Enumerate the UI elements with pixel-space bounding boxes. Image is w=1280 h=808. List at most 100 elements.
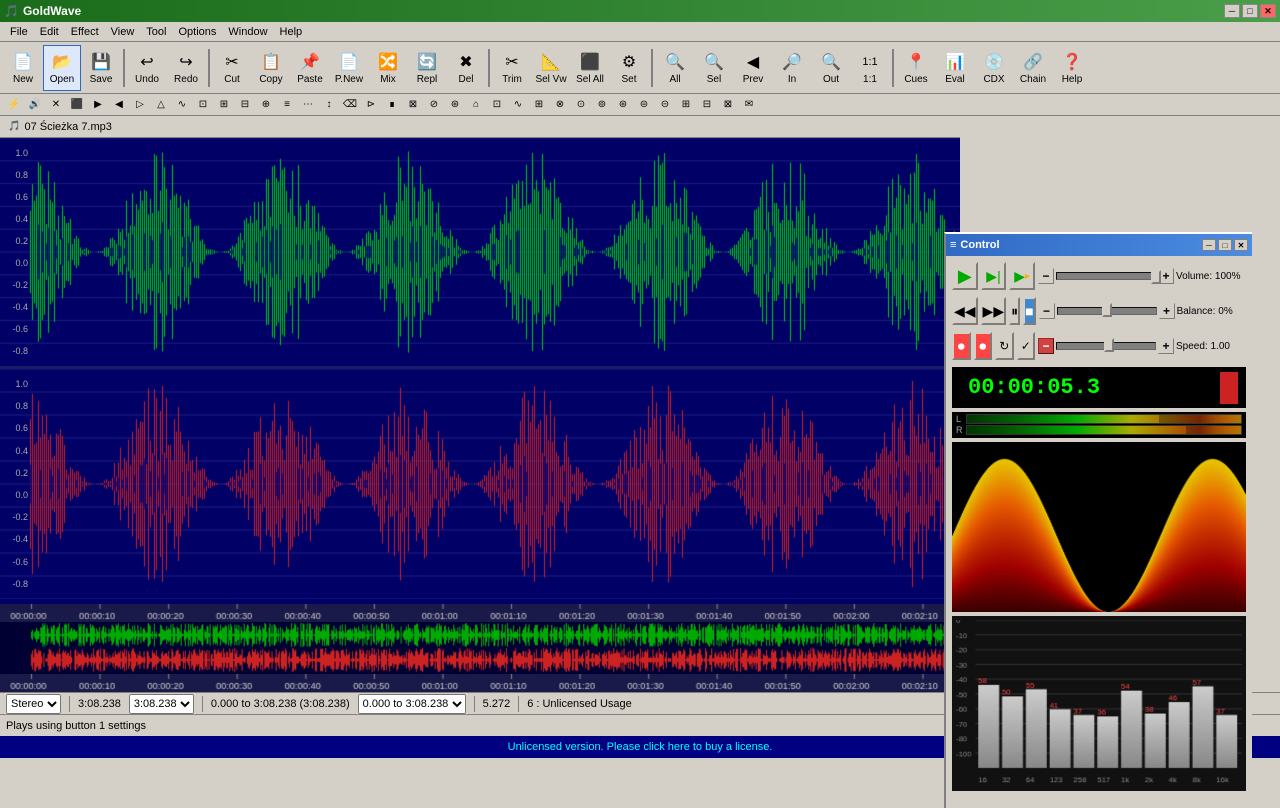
tb2-btn-16[interactable]: ↕ bbox=[319, 96, 339, 114]
tb2-btn-12[interactable]: ⊟ bbox=[235, 96, 255, 114]
cues-button[interactable]: 📍 Cues bbox=[897, 45, 935, 91]
tb2-btn-33[interactable]: ⊞ bbox=[676, 96, 696, 114]
paste-button[interactable]: 📌 Paste bbox=[291, 45, 329, 91]
balance-increase-button[interactable]: + bbox=[1159, 303, 1175, 319]
help-button[interactable]: ❓ Help bbox=[1053, 45, 1091, 91]
selall-button[interactable]: ⬛ Sel All bbox=[571, 45, 609, 91]
record-button[interactable]: ⏺ bbox=[952, 332, 971, 360]
open-button[interactable]: 📂 Open bbox=[43, 45, 81, 91]
tb2-btn-27[interactable]: ⊗ bbox=[550, 96, 570, 114]
pause-button[interactable]: ⏸ bbox=[1009, 297, 1020, 325]
balance-thumb[interactable] bbox=[1102, 303, 1112, 317]
time-marker-button[interactable] bbox=[1220, 372, 1238, 404]
duration-select[interactable]: 3:08.238 bbox=[129, 694, 194, 714]
tb2-btn-35[interactable]: ⊠ bbox=[718, 96, 738, 114]
fastforward-button[interactable]: ▶▶ bbox=[981, 297, 1007, 325]
volume-thumb[interactable] bbox=[1151, 270, 1161, 284]
tb2-btn-22[interactable]: ⊛ bbox=[445, 96, 465, 114]
menu-edit[interactable]: Edit bbox=[34, 24, 65, 40]
tb2-btn-31[interactable]: ⊜ bbox=[634, 96, 654, 114]
tb2-btn-11[interactable]: ⊞ bbox=[214, 96, 234, 114]
loop-button[interactable]: ↻ bbox=[995, 332, 1014, 360]
tb2-btn-5[interactable]: ▶ bbox=[88, 96, 108, 114]
tb2-btn-26[interactable]: ⊞ bbox=[529, 96, 549, 114]
tb2-btn-2[interactable]: 🔊 bbox=[25, 96, 45, 114]
save-button[interactable]: 💾 Save bbox=[82, 45, 120, 91]
file-tab[interactable]: 🎵 07 Ścieżka 7.mp3 bbox=[0, 116, 960, 138]
tb2-btn-17[interactable]: ⌫ bbox=[340, 96, 360, 114]
control-close-button[interactable]: ✕ bbox=[1234, 239, 1248, 251]
menu-tool[interactable]: Tool bbox=[140, 24, 172, 40]
tb2-btn-29[interactable]: ⊚ bbox=[592, 96, 612, 114]
control-maximize-button[interactable]: □ bbox=[1218, 239, 1232, 251]
menu-view[interactable]: View bbox=[105, 24, 141, 40]
selection-select[interactable]: 0.000 to 3:08.238 bbox=[358, 694, 466, 714]
play-next-button[interactable]: ▶▸ bbox=[1009, 262, 1035, 290]
mix-button[interactable]: 🔀 Mix bbox=[369, 45, 407, 91]
set-button[interactable]: ⚙ Set bbox=[610, 45, 648, 91]
play-end-button[interactable]: ▶| bbox=[981, 262, 1007, 290]
trim-button[interactable]: ✂ Trim bbox=[493, 45, 531, 91]
tb2-btn-28[interactable]: ⊙ bbox=[571, 96, 591, 114]
speed-slider-track[interactable] bbox=[1056, 340, 1156, 352]
menu-window[interactable]: Window bbox=[222, 24, 273, 40]
menu-effect[interactable]: Effect bbox=[65, 24, 105, 40]
record-new-button[interactable]: ⏺ bbox=[974, 332, 993, 360]
tb2-btn-23[interactable]: ⌂ bbox=[466, 96, 486, 114]
tb2-btn-30[interactable]: ⊛ bbox=[613, 96, 633, 114]
pastenew-button[interactable]: 📄 P.New bbox=[330, 45, 368, 91]
copy-button[interactable]: 📋 Copy bbox=[252, 45, 290, 91]
cdx-button[interactable]: 💿 CDX bbox=[975, 45, 1013, 91]
tb2-btn-8[interactable]: △ bbox=[151, 96, 171, 114]
menu-help[interactable]: Help bbox=[274, 24, 309, 40]
zoom11-button[interactable]: 1:1 1:1 bbox=[851, 45, 889, 91]
minimize-button[interactable]: ─ bbox=[1224, 4, 1240, 18]
tb2-btn-20[interactable]: ⊠ bbox=[403, 96, 423, 114]
tb2-btn-32[interactable]: ⊝ bbox=[655, 96, 675, 114]
eval-button[interactable]: 📊 Eval bbox=[936, 45, 974, 91]
chain-button[interactable]: 🔗 Chain bbox=[1014, 45, 1052, 91]
new-button[interactable]: 📄 New bbox=[4, 45, 42, 91]
speed-increase-button[interactable]: + bbox=[1158, 338, 1174, 354]
repl-button[interactable]: 🔄 Repl bbox=[408, 45, 446, 91]
tb2-btn-14[interactable]: ≡ bbox=[277, 96, 297, 114]
volume-decrease-button[interactable]: − bbox=[1038, 268, 1054, 284]
waveform-container[interactable]: 1.0 0.8 0.6 0.4 0.2 0.0 -0.2 -0.4 -0.6 -… bbox=[0, 138, 960, 604]
zoomin-button[interactable]: 🔎 In bbox=[773, 45, 811, 91]
selvw-button[interactable]: 📐 Sel Vw bbox=[532, 45, 570, 91]
tb2-btn-25[interactable]: ∿ bbox=[508, 96, 528, 114]
menu-options[interactable]: Options bbox=[172, 24, 222, 40]
stereo-select[interactable]: Stereo Mono bbox=[6, 694, 61, 714]
redo-button[interactable]: ↪ Redo bbox=[167, 45, 205, 91]
play-button[interactable]: ▶ bbox=[952, 262, 978, 290]
sel-button[interactable]: 🔍 Sel bbox=[695, 45, 733, 91]
speed-thumb[interactable] bbox=[1104, 338, 1114, 352]
tb2-btn-34[interactable]: ⊟ bbox=[697, 96, 717, 114]
cut-button[interactable]: ✂ Cut bbox=[213, 45, 251, 91]
tb2-btn-6[interactable]: ◀ bbox=[109, 96, 129, 114]
tb2-btn-36[interactable]: ✉ bbox=[739, 96, 759, 114]
tb2-btn-4[interactable]: ⬛ bbox=[67, 96, 87, 114]
all-button[interactable]: 🔍 All bbox=[656, 45, 694, 91]
tb2-btn-24[interactable]: ⊡ bbox=[487, 96, 507, 114]
balance-slider-track[interactable] bbox=[1057, 305, 1157, 317]
control-minimize-button[interactable]: ─ bbox=[1202, 239, 1216, 251]
tb2-btn-9[interactable]: ∿ bbox=[172, 96, 192, 114]
check-button[interactable]: ✓ bbox=[1017, 332, 1036, 360]
speed-decrease-button[interactable]: − bbox=[1038, 338, 1054, 354]
del-button[interactable]: ✖ Del bbox=[447, 45, 485, 91]
tb2-btn-10[interactable]: ⊡ bbox=[193, 96, 213, 114]
tb2-btn-18[interactable]: ⊳ bbox=[361, 96, 381, 114]
tb2-btn-3[interactable]: ✕ bbox=[46, 96, 66, 114]
stop-button[interactable]: ■ bbox=[1023, 297, 1035, 325]
prev-button[interactable]: ◀ Prev bbox=[734, 45, 772, 91]
undo-button[interactable]: ↩ Undo bbox=[128, 45, 166, 91]
close-button[interactable]: ✕ bbox=[1260, 4, 1276, 18]
maximize-button[interactable]: □ bbox=[1242, 4, 1258, 18]
menu-file[interactable]: File bbox=[4, 24, 34, 40]
tb2-btn-1[interactable]: ⚡ bbox=[4, 96, 24, 114]
tb2-btn-13[interactable]: ⊕ bbox=[256, 96, 276, 114]
tb2-btn-21[interactable]: ⊘ bbox=[424, 96, 444, 114]
mini-overview[interactable] bbox=[0, 622, 960, 674]
tb2-btn-19[interactable]: ∎ bbox=[382, 96, 402, 114]
